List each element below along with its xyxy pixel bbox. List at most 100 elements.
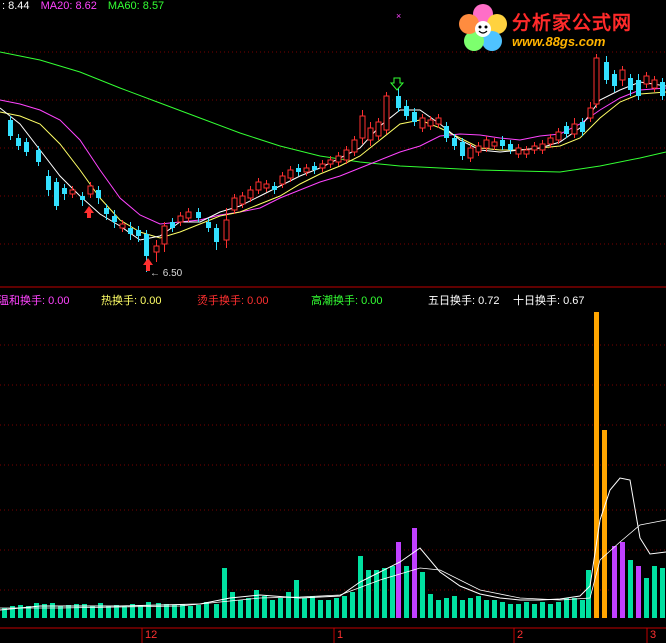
candle-body [467,147,474,159]
candle-body [460,142,465,156]
candle-body [104,208,109,214]
low-price-label: ← 6.50 [150,268,183,279]
volume-bar [196,605,201,618]
candle-body [500,140,505,146]
candle-body [112,216,117,222]
candle-body [587,107,594,119]
volume-bar [146,602,151,618]
candle-body [214,228,219,242]
candle-body [136,230,141,236]
volume-bar [460,600,465,618]
volume-bar [484,600,489,618]
candle-body [87,185,94,195]
candle-body [643,75,650,85]
candle-body [312,166,317,170]
candle-body [247,189,254,199]
candle-body [531,145,538,151]
month-label: 3 [650,629,657,641]
ten-day-turnover-line [0,519,666,609]
volume-bar [452,596,457,618]
candle-body [539,143,546,151]
month-label: 12 [145,629,158,641]
candle-body [555,131,562,141]
volume-bar [270,600,275,618]
volume-bar [602,430,607,618]
volume-bar [66,605,71,618]
candle-body [367,127,374,141]
volume-bar [564,598,569,618]
candle-body [359,115,366,139]
candle-body [46,176,51,190]
volume-bars [2,312,665,618]
price-grid [0,51,666,245]
volume-bar [374,570,379,618]
candle-body [491,141,498,147]
candle-body [279,175,286,185]
candle-body [564,126,569,134]
candle-body [272,186,277,190]
candlesticks [8,54,665,272]
volume-bar [660,568,665,618]
stock-chart[interactable]: × [0,0,666,643]
volume-bar [572,598,577,618]
candle-body [619,69,626,81]
candle-body [296,168,301,172]
candle-body [444,126,449,138]
candle-body [161,225,168,245]
volume-bar [516,604,521,618]
ma20-line [0,87,666,225]
volume-bar [230,592,235,618]
candle-body [580,122,585,132]
volume-bar [540,602,545,618]
volume-bar [334,598,339,618]
candle-body [170,222,175,228]
candle-body [185,211,192,219]
volume-bar [310,596,315,618]
volume-bar [188,606,193,618]
volume-bar [246,598,251,618]
candle-body [523,149,530,155]
candle-body [660,82,665,96]
candle-body [327,159,334,165]
ma10-line [0,91,666,239]
volume-bar [556,602,561,618]
volume-bar [636,566,641,618]
candle-body [335,155,342,163]
candle-body [319,163,326,169]
volume-bar [350,592,355,618]
volume-bar [508,604,513,618]
candle-body [144,234,149,256]
volume-bar [382,568,387,618]
volume-bar [628,560,633,618]
volume-bar [262,596,267,618]
candle-body [383,95,390,131]
ma60-line [0,51,666,173]
candle-body [287,169,294,179]
volume-bar [122,606,127,618]
candle-body [508,144,513,150]
candle-body [547,137,554,145]
volume-bar [396,542,401,618]
candle-body [452,138,457,146]
candle-body [96,190,101,198]
volume-bar [238,600,243,618]
candle-body [404,106,409,116]
volume-grid [0,344,666,591]
volume-bar [318,600,323,618]
volume-bar [444,598,449,618]
volume-bar [476,596,481,618]
volume-bar [612,546,617,618]
scald-turnover-legend: 烫手换手: 0.00 [197,295,269,307]
volume-bar [436,600,441,618]
candle-body [153,245,160,253]
month-label: 1 [337,629,344,641]
volume-bar [580,600,585,618]
candle-body [396,96,401,108]
volume-bar [404,566,409,618]
volume-bar [50,603,55,618]
candle-body [636,80,641,96]
candle-body [196,212,201,218]
candle-body [206,222,211,228]
candle-body [36,150,41,162]
candle-body [255,181,262,191]
